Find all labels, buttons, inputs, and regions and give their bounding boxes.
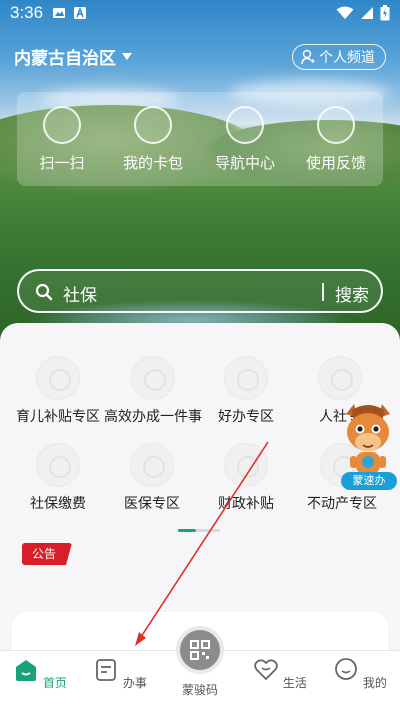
tab-label: 办事 (122, 676, 147, 690)
service-label: 不动产专区 (307, 496, 377, 512)
service-label: 好办专区 (218, 409, 274, 425)
quick-action-label: 我的卡包 (122, 154, 183, 172)
heart-icon (254, 659, 278, 681)
service-emblem-icon (36, 443, 80, 487)
task-icon (96, 659, 116, 681)
personal-channel-label: 个人频道 (319, 50, 375, 66)
service-one-thing[interactable]: 高效办成一件事 (102, 356, 204, 426)
mascot-label[interactable]: 蒙速办 (341, 472, 397, 490)
caret-down-icon (122, 53, 132, 60)
service-medical-insurance[interactable]: 医保专区 (102, 443, 202, 513)
search-input[interactable]: 社保 (63, 281, 97, 306)
app-notification-icon (74, 6, 86, 19)
battery-icon (380, 5, 390, 21)
quick-actions-panel: 扫一扫 我的卡包 导航中心 使用反馈 (17, 92, 383, 186)
emblem-icon (43, 106, 81, 144)
notice-badge: 公告 (22, 543, 72, 565)
service-parenting-subsidy[interactable]: 育儿补贴专区 (8, 356, 108, 426)
person-icon (301, 49, 315, 65)
tab-home[interactable]: 首页 (10, 657, 70, 691)
quick-action-nav-center[interactable]: 导航中心 (200, 106, 290, 173)
tab-label: 首页 (42, 676, 67, 690)
search-divider (322, 283, 324, 301)
quick-action-label: 导航中心 (214, 154, 275, 172)
service-label: 育儿补贴专区 (16, 409, 100, 425)
region-selector[interactable]: 内蒙古自治区 (14, 44, 132, 69)
qr-code-button[interactable] (176, 626, 224, 674)
service-label: 高效办成一件事 (104, 409, 202, 425)
service-emblem-icon (224, 443, 268, 487)
service-label: 医保专区 (124, 496, 180, 512)
wifi-icon (336, 6, 354, 19)
status-bar: 3:36 (0, 0, 400, 28)
image-notification-icon (53, 8, 65, 18)
personal-channel-button[interactable]: 个人频道 (292, 44, 386, 70)
quick-action-label: 使用反馈 (305, 154, 366, 172)
status-time: 3:36 (10, 3, 44, 22)
page-indicator (178, 529, 220, 532)
tab-profile[interactable]: 我的 (330, 657, 390, 691)
emblem-icon (134, 106, 172, 144)
service-easy-handle[interactable]: 好办专区 (196, 356, 296, 426)
service-emblem-icon (224, 356, 268, 400)
qr-code-icon (190, 640, 210, 660)
tab-label: 生活 (282, 676, 307, 690)
quick-action-label: 扫一扫 (39, 154, 85, 172)
signal-icon (361, 7, 373, 19)
emblem-icon (317, 106, 355, 144)
service-fiscal-subsidy[interactable]: 财政补贴 (196, 443, 296, 513)
profile-icon (335, 658, 357, 680)
service-label: 财政补贴 (218, 496, 274, 512)
emblem-icon (226, 106, 264, 144)
service-emblem-icon (318, 356, 362, 400)
region-label: 内蒙古自治区 (14, 49, 116, 69)
service-label: 社保缴费 (30, 496, 86, 512)
quick-action-card-wallet[interactable]: 我的卡包 (108, 106, 198, 173)
search-bar[interactable]: 社保 搜索 (17, 269, 383, 313)
service-social-insurance-payment[interactable]: 社保缴费 (8, 443, 108, 513)
quick-action-scan[interactable]: 扫一扫 (17, 106, 107, 173)
search-icon (35, 283, 53, 301)
service-emblem-icon (36, 356, 80, 400)
tab-label: 我的 (362, 676, 387, 690)
tab-qr-code[interactable]: 蒙骏码 (170, 681, 230, 698)
tab-tasks[interactable]: 办事 (90, 657, 150, 691)
service-emblem-icon (131, 356, 175, 400)
quick-action-feedback[interactable]: 使用反馈 (291, 106, 381, 173)
tab-life[interactable]: 生活 (250, 657, 310, 691)
search-button[interactable]: 搜索 (335, 281, 369, 306)
service-emblem-icon (130, 443, 174, 487)
tab-label: 蒙骏码 (181, 683, 218, 697)
home-icon (16, 660, 37, 681)
